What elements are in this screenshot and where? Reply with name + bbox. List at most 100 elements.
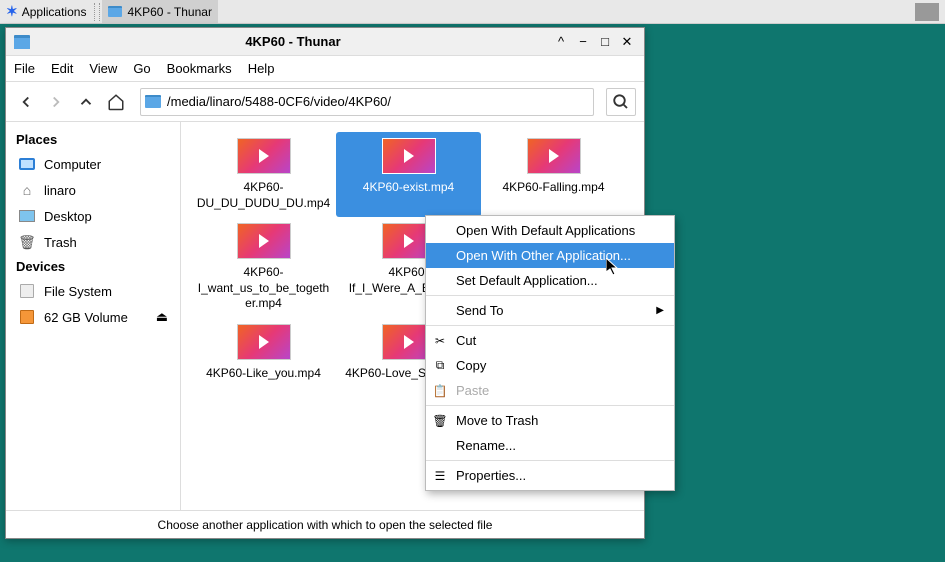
disk-icon (18, 282, 36, 300)
trash-icon: 🗑 (18, 233, 36, 251)
status-text: Choose another application with which to… (158, 518, 493, 532)
properties-icon: ☰ (432, 468, 448, 484)
sidebar-item-computer[interactable]: Computer (6, 151, 180, 177)
sidebar-item-trash[interactable]: 🗑 Trash (6, 229, 180, 255)
context-set-default[interactable]: Set Default Application... (426, 268, 674, 293)
file-item[interactable]: 4KP60-I_want_us_to_be_together.mp4 (191, 217, 336, 318)
xfce-icon: ✶ (6, 3, 18, 20)
computer-icon (18, 155, 36, 173)
menu-edit[interactable]: Edit (51, 61, 73, 76)
sidebar-item-label: Trash (44, 235, 77, 250)
context-label: Set Default Application... (456, 273, 598, 288)
file-label: 4KP60-I_want_us_to_be_together.mp4 (195, 265, 332, 312)
video-thumbnail (237, 138, 291, 174)
file-label: 4KP60-exist.mp4 (363, 180, 454, 196)
taskbar-applications-menu[interactable]: ✶ Applications (0, 0, 92, 23)
paste-icon: 📋 (432, 383, 448, 399)
taskbar-task-thunar[interactable]: 4KP60 - Thunar (102, 0, 218, 23)
devices-heading: Devices (6, 255, 180, 278)
context-separator (426, 295, 674, 296)
sidebar-item-label: 62 GB Volume (44, 310, 128, 325)
window-title: 4KP60 - Thunar (38, 34, 548, 49)
context-label: Send To (456, 303, 503, 318)
play-icon (549, 149, 559, 163)
folder-icon (108, 6, 122, 17)
search-icon (612, 93, 630, 111)
sidebar-item-volume[interactable]: 62 GB Volume ⏏ (6, 304, 180, 330)
forward-button[interactable] (44, 90, 68, 114)
context-send-to[interactable]: Send To ▶ (426, 298, 674, 323)
context-open-other[interactable]: Open With Other Application... (426, 243, 674, 268)
chevron-up-icon (77, 93, 95, 111)
copy-icon: ⧉ (432, 358, 448, 374)
context-menu: Open With Default Applications Open With… (425, 215, 675, 491)
minimize-button[interactable]: − (574, 33, 592, 51)
up-button[interactable] (74, 90, 98, 114)
chevron-left-icon (17, 93, 35, 111)
video-thumbnail (527, 138, 581, 174)
places-heading: Places (6, 128, 180, 151)
trash-icon: 🗑 (432, 413, 448, 429)
context-label: Rename... (456, 438, 516, 453)
taskbar-applications-label: Applications (22, 5, 87, 19)
menu-go[interactable]: Go (133, 61, 150, 76)
file-item[interactable]: 4KP60-Like_you.mp4 (191, 318, 336, 388)
menu-help[interactable]: Help (248, 61, 275, 76)
maximize-button[interactable]: □ (596, 33, 614, 51)
play-icon (259, 149, 269, 163)
path-text: /media/linaro/5488-0CF6/video/4KP60/ (167, 94, 391, 109)
file-label: 4KP60-DU_DU_DUDU_DU.mp4 (195, 180, 332, 211)
context-rename[interactable]: Rename... (426, 433, 674, 458)
eject-icon[interactable]: ⏏ (156, 309, 168, 325)
context-label: Open With Default Applications (456, 223, 635, 238)
statusbar: Choose another application with which to… (6, 510, 644, 538)
file-label: 4KP60-Falling.mp4 (502, 180, 604, 196)
home-button[interactable] (104, 90, 128, 114)
cut-icon: ✂ (432, 333, 448, 349)
shade-button[interactable]: ^ (552, 33, 570, 51)
video-thumbnail (382, 138, 436, 174)
context-copy[interactable]: ⧉ Copy (426, 353, 674, 378)
file-label: 4KP60-Like_you.mp4 (206, 366, 321, 382)
play-icon (404, 335, 414, 349)
taskbar-task-label: 4KP60 - Thunar (127, 5, 212, 19)
usb-icon (18, 308, 36, 326)
search-button[interactable] (606, 88, 636, 116)
video-thumbnail (237, 324, 291, 360)
menu-view[interactable]: View (89, 61, 117, 76)
path-input[interactable]: /media/linaro/5488-0CF6/video/4KP60/ (140, 88, 594, 116)
file-item[interactable]: 4KP60-Falling.mp4 (481, 132, 626, 217)
toolbar: /media/linaro/5488-0CF6/video/4KP60/ (6, 82, 644, 122)
file-item[interactable]: 4KP60-DU_DU_DUDU_DU.mp4 (191, 132, 336, 217)
sidebar-item-label: File System (44, 284, 112, 299)
context-separator (426, 405, 674, 406)
video-thumbnail (237, 223, 291, 259)
context-paste: 📋 Paste (426, 378, 674, 403)
file-item-selected[interactable]: 4KP60-exist.mp4 (336, 132, 481, 217)
context-separator (426, 460, 674, 461)
context-label: Paste (456, 383, 489, 398)
context-label: Properties... (456, 468, 526, 483)
play-icon (404, 149, 414, 163)
folder-icon (14, 35, 30, 49)
back-button[interactable] (14, 90, 38, 114)
context-cut[interactable]: ✂ Cut (426, 328, 674, 353)
sidebar-item-label: Desktop (44, 209, 92, 224)
play-icon (404, 234, 414, 248)
titlebar: 4KP60 - Thunar ^ − □ ✕ (6, 28, 644, 56)
context-open-default[interactable]: Open With Default Applications (426, 218, 674, 243)
menu-bookmarks[interactable]: Bookmarks (167, 61, 232, 76)
submenu-arrow-icon: ▶ (656, 305, 664, 316)
context-properties[interactable]: ☰ Properties... (426, 463, 674, 488)
taskbar-tray[interactable] (915, 3, 939, 21)
taskbar: ✶ Applications 4KP60 - Thunar (0, 0, 945, 24)
close-button[interactable]: ✕ (618, 33, 636, 51)
sidebar-item-filesystem[interactable]: File System (6, 278, 180, 304)
context-move-trash[interactable]: 🗑 Move to Trash (426, 408, 674, 433)
sidebar-item-home[interactable]: ⌂ linaro (6, 177, 180, 203)
play-icon (259, 335, 269, 349)
sidebar-item-desktop[interactable]: Desktop (6, 203, 180, 229)
taskbar-separator (94, 3, 100, 21)
sidebar-item-label: Computer (44, 157, 101, 172)
menu-file[interactable]: File (14, 61, 35, 76)
